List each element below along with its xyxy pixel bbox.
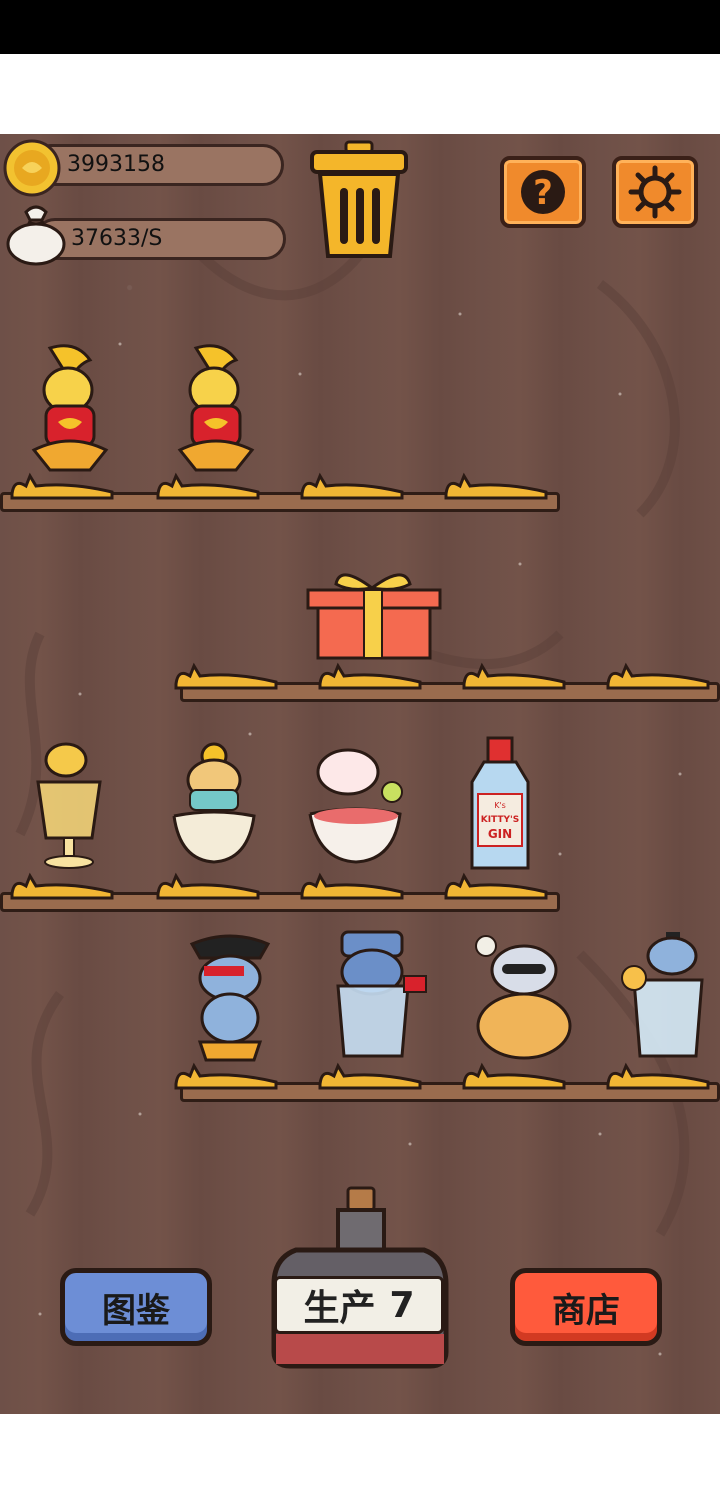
cat-in-cocktail-glass[interactable] bbox=[612, 926, 712, 1066]
gear-icon bbox=[628, 165, 682, 219]
catalog-label: 图鉴 bbox=[102, 1290, 170, 1331]
golden-cat-with-drum-1[interactable] bbox=[20, 340, 120, 480]
catalog-button[interactable]: 图鉴 bbox=[60, 1268, 212, 1346]
bottom-white-band bbox=[0, 1414, 720, 1496]
cowboy-cat-in-basket[interactable] bbox=[466, 926, 576, 1066]
golden-cat-with-drum-2[interactable] bbox=[166, 340, 266, 480]
coin-amount: 3993158 bbox=[67, 152, 165, 177]
gin-label-line2: KITTY'S bbox=[481, 815, 520, 825]
status-bar bbox=[0, 0, 720, 54]
russian-cat-in-glass[interactable] bbox=[330, 926, 430, 1066]
produce-text: 生产 bbox=[303, 1288, 376, 1329]
gin-label-line3: GIN bbox=[488, 827, 512, 841]
svg-text:?: ? bbox=[533, 173, 553, 213]
shop-button[interactable]: 商店 bbox=[510, 1268, 662, 1346]
help-button[interactable]: ? bbox=[500, 156, 586, 228]
income-rate: 37633/S bbox=[71, 226, 163, 251]
cat-in-noodle-bowl[interactable] bbox=[296, 738, 416, 874]
cat-in-beer-glass[interactable] bbox=[30, 738, 110, 874]
income-rate-counter: 37633/S bbox=[34, 218, 286, 260]
emperor-cat-in-bowl[interactable] bbox=[164, 738, 264, 874]
kittys-gin-bottle[interactable]: K's KITTY'S GIN bbox=[462, 734, 538, 874]
shop-label: 商店 bbox=[552, 1290, 620, 1331]
pirate-cat[interactable] bbox=[180, 930, 280, 1066]
produce-count: 7 bbox=[389, 1284, 415, 1326]
produce-label[interactable]: 生产 7 bbox=[274, 1276, 444, 1334]
gin-label-line1: K's bbox=[494, 801, 506, 810]
settings-button[interactable] bbox=[612, 156, 698, 228]
game-board: 3993158 37633/S ? K's KITTY'S GIN 图鉴 生产 … bbox=[0, 134, 720, 1414]
trash-can-icon[interactable] bbox=[306, 138, 412, 262]
top-white-band bbox=[0, 54, 720, 134]
question-mark-icon: ? bbox=[521, 170, 565, 214]
money-bag-icon bbox=[6, 205, 66, 266]
gift-box[interactable] bbox=[300, 564, 446, 664]
coin-counter: 3993158 bbox=[30, 144, 284, 186]
gold-coin-icon bbox=[3, 139, 61, 197]
